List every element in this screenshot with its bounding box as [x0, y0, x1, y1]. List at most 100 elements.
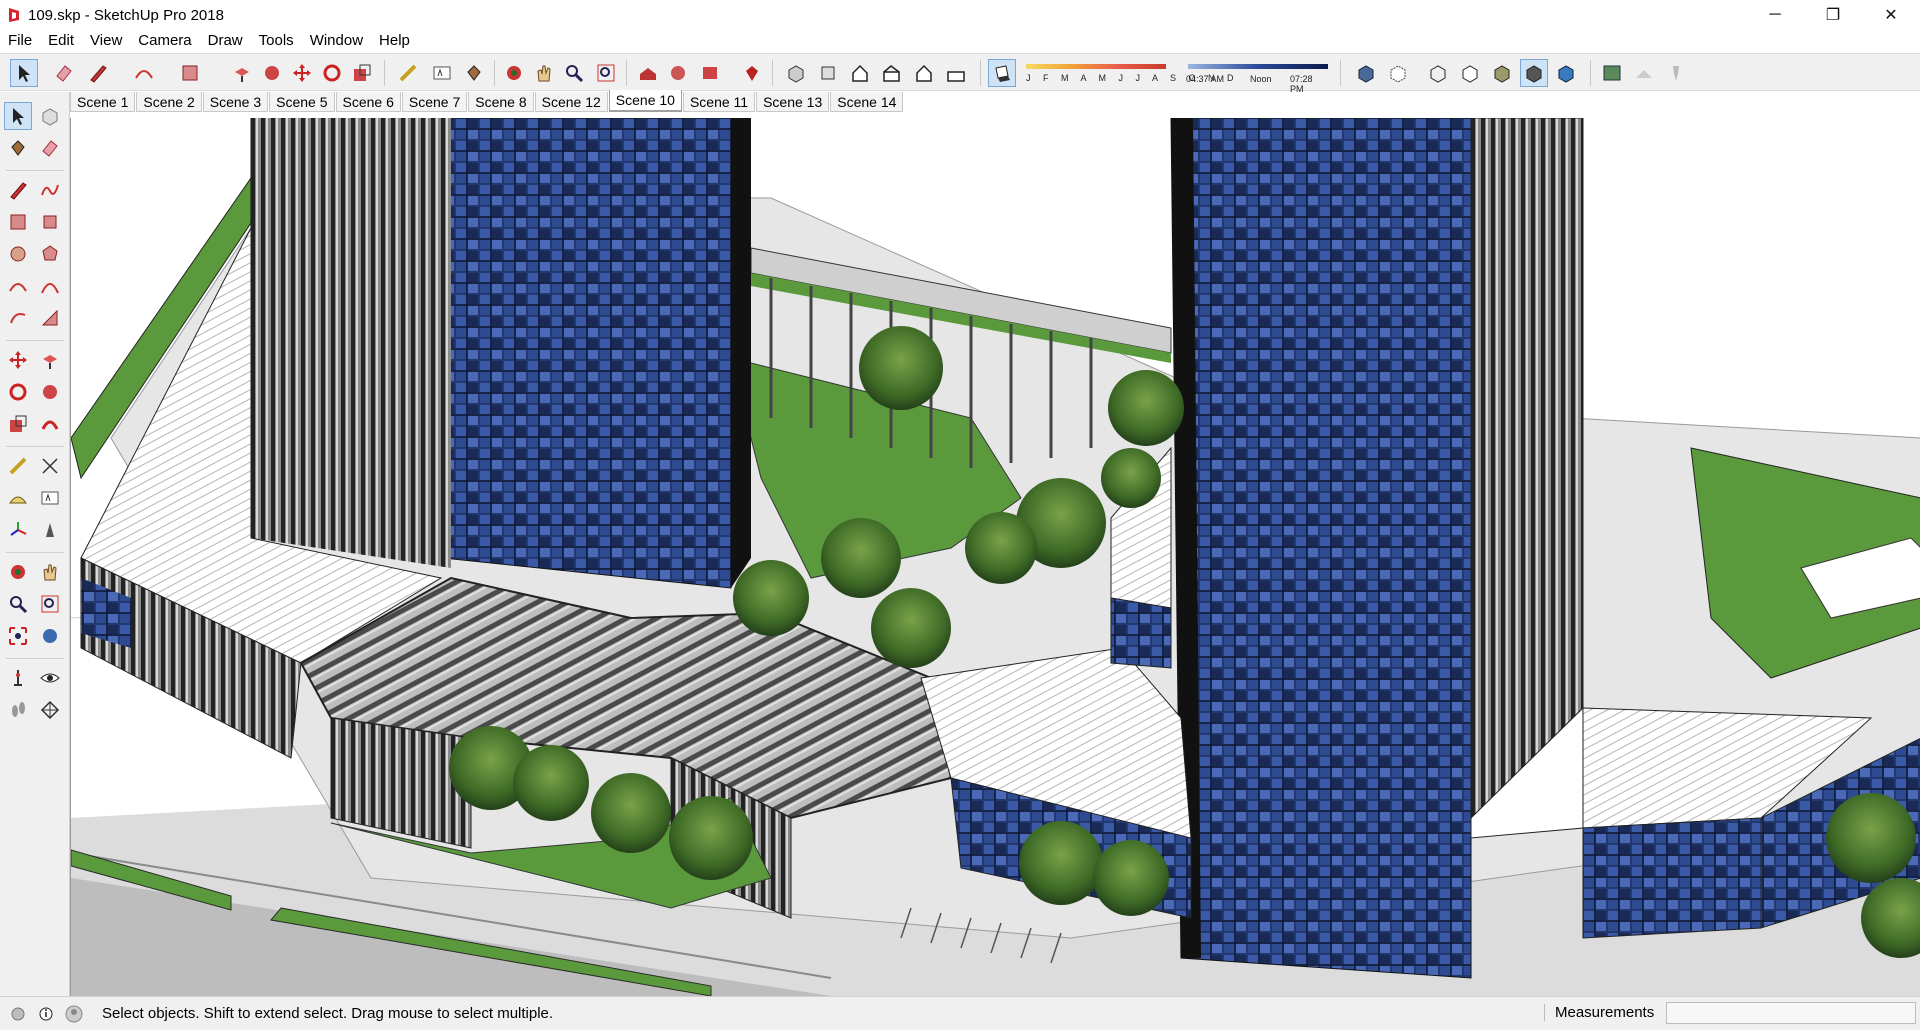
3d-warehouse-button[interactable] — [634, 59, 662, 87]
back-view-button[interactable] — [910, 59, 938, 87]
rectangle-tool-button[interactable] — [176, 59, 204, 87]
polygon-tool-button[interactable] — [36, 240, 64, 268]
scene-tab[interactable]: Scene 14 — [830, 92, 904, 112]
three-point-arc-tool-button[interactable] — [4, 304, 32, 332]
offset-tool-button[interactable] — [36, 410, 64, 438]
make-component-button[interactable] — [36, 102, 64, 130]
shadows-toggle-button[interactable] — [988, 59, 1016, 87]
scene-tab[interactable]: Scene 5 — [269, 92, 335, 112]
scene-tab[interactable]: Scene 3 — [202, 92, 269, 112]
follow-me-tool-button[interactable] — [36, 378, 64, 406]
measurements-input[interactable] — [1666, 1002, 1916, 1024]
extension-warehouse-button[interactable] — [664, 59, 692, 87]
zoom-tool-button[interactable] — [4, 590, 32, 618]
paint-bucket-tool-button[interactable] — [460, 59, 488, 87]
section-plane-tool-button[interactable] — [36, 696, 64, 724]
line-tool-button[interactable] — [4, 176, 32, 204]
scene-tab[interactable]: Scene 6 — [335, 92, 401, 112]
protractor-tool-button[interactable] — [4, 484, 32, 512]
circle-tool-button[interactable] — [4, 240, 32, 268]
scale-tool-button[interactable] — [4, 410, 32, 438]
credits-info-icon[interactable] — [36, 1004, 56, 1024]
rotated-rectangle-tool-button[interactable] — [36, 208, 64, 236]
toggle-terrain-button[interactable] — [1630, 59, 1658, 87]
scene-tab[interactable]: Scene 11 — [682, 92, 756, 112]
eraser-tool-button[interactable] — [50, 59, 78, 87]
dimension-tool-button[interactable] — [36, 452, 64, 480]
menu-tools[interactable]: Tools — [251, 30, 302, 52]
menu-help[interactable]: Help — [371, 30, 418, 52]
geo-location-icon[interactable] — [8, 1004, 28, 1024]
move-tool-button[interactable] — [288, 59, 316, 87]
hidden-line-style-button[interactable] — [1456, 59, 1484, 87]
scene-tab-active[interactable]: Scene 10 — [608, 90, 682, 112]
text-tool-button[interactable] — [36, 484, 64, 512]
two-point-arc-tool-button[interactable] — [36, 272, 64, 300]
model-viewport[interactable] — [70, 118, 1920, 996]
arc-tool-button[interactable] — [130, 59, 158, 87]
user-account-icon[interactable] — [64, 1004, 84, 1024]
menu-draw[interactable]: Draw — [200, 30, 251, 52]
wireframe-style-button[interactable] — [1424, 59, 1452, 87]
select-tool-button[interactable] — [10, 59, 38, 87]
scene-tab[interactable]: Scene 13 — [756, 92, 830, 112]
paint-bucket-tool-button[interactable] — [4, 134, 32, 162]
extension-manager-button[interactable] — [738, 59, 766, 87]
layout-button[interactable] — [696, 59, 724, 87]
iso-view-button[interactable] — [782, 59, 810, 87]
pan-tool-button[interactable] — [36, 558, 64, 586]
back-edges-style-button[interactable] — [1384, 59, 1412, 87]
month-slider[interactable] — [1026, 64, 1166, 69]
menu-file[interactable]: File — [0, 30, 40, 52]
rotate-tool-button[interactable] — [318, 59, 346, 87]
scene-tab[interactable]: Scene 8 — [468, 92, 534, 112]
shaded-textures-style-button[interactable] — [1520, 59, 1548, 87]
scene-tab[interactable]: Scene 2 — [136, 92, 202, 112]
zoom-tool-button[interactable] — [560, 59, 588, 87]
text-tool-button[interactable] — [428, 59, 456, 87]
front-view-button[interactable] — [846, 59, 874, 87]
zoom-window-tool-button[interactable] — [36, 590, 64, 618]
move-tool-button[interactable] — [4, 346, 32, 374]
look-around-tool-button[interactable] — [36, 664, 64, 692]
freehand-tool-button[interactable] — [36, 176, 64, 204]
add-location-button[interactable] — [1598, 59, 1626, 87]
monochrome-style-button[interactable] — [1552, 59, 1580, 87]
left-view-button[interactable] — [942, 59, 970, 87]
orbit-tool-button[interactable] — [4, 558, 32, 586]
menu-camera[interactable]: Camera — [130, 30, 199, 52]
menu-window[interactable]: Window — [302, 30, 371, 52]
menu-view[interactable]: View — [82, 30, 130, 52]
pie-tool-button[interactable] — [36, 304, 64, 332]
axes-tool-button[interactable] — [4, 516, 32, 544]
zoom-extents-tool-button[interactable] — [4, 622, 32, 650]
time-slider[interactable] — [1188, 64, 1328, 69]
pan-tool-button[interactable] — [530, 59, 558, 87]
eraser-tool-button[interactable] — [36, 134, 64, 162]
walk-tool-button[interactable] — [4, 696, 32, 724]
zoom-extents-tool-button[interactable] — [592, 59, 620, 87]
follow-me-tool-button[interactable] — [258, 59, 286, 87]
3d-text-tool-button[interactable] — [36, 516, 64, 544]
scene-tab[interactable]: Scene 1 — [70, 92, 136, 112]
position-camera-tool-button[interactable] — [4, 664, 32, 692]
push-pull-tool-button[interactable] — [36, 346, 64, 374]
right-view-button[interactable] — [878, 59, 906, 87]
xray-style-button[interactable] — [1352, 59, 1380, 87]
select-tool-button[interactable] — [4, 102, 32, 130]
menu-edit[interactable]: Edit — [40, 30, 82, 52]
orbit-tool-button[interactable] — [500, 59, 528, 87]
scene-tab[interactable]: Scene 12 — [534, 92, 608, 112]
tape-measure-tool-button[interactable] — [394, 59, 422, 87]
push-pull-tool-button[interactable] — [228, 59, 256, 87]
photo-textures-button[interactable] — [1662, 59, 1690, 87]
minimize-button[interactable]: ─ — [1746, 0, 1804, 30]
shadow-settings-widget[interactable]: J F M A M J J A S O N D 04:37 AM Noon 07… — [1018, 58, 1328, 94]
line-tool-button[interactable] — [84, 59, 112, 87]
shaded-style-button[interactable] — [1488, 59, 1516, 87]
arc-tool-button[interactable] — [4, 272, 32, 300]
top-view-button[interactable] — [814, 59, 842, 87]
tape-measure-tool-button[interactable] — [4, 452, 32, 480]
scale-tool-button[interactable] — [348, 59, 376, 87]
scene-tab[interactable]: Scene 7 — [401, 92, 468, 112]
